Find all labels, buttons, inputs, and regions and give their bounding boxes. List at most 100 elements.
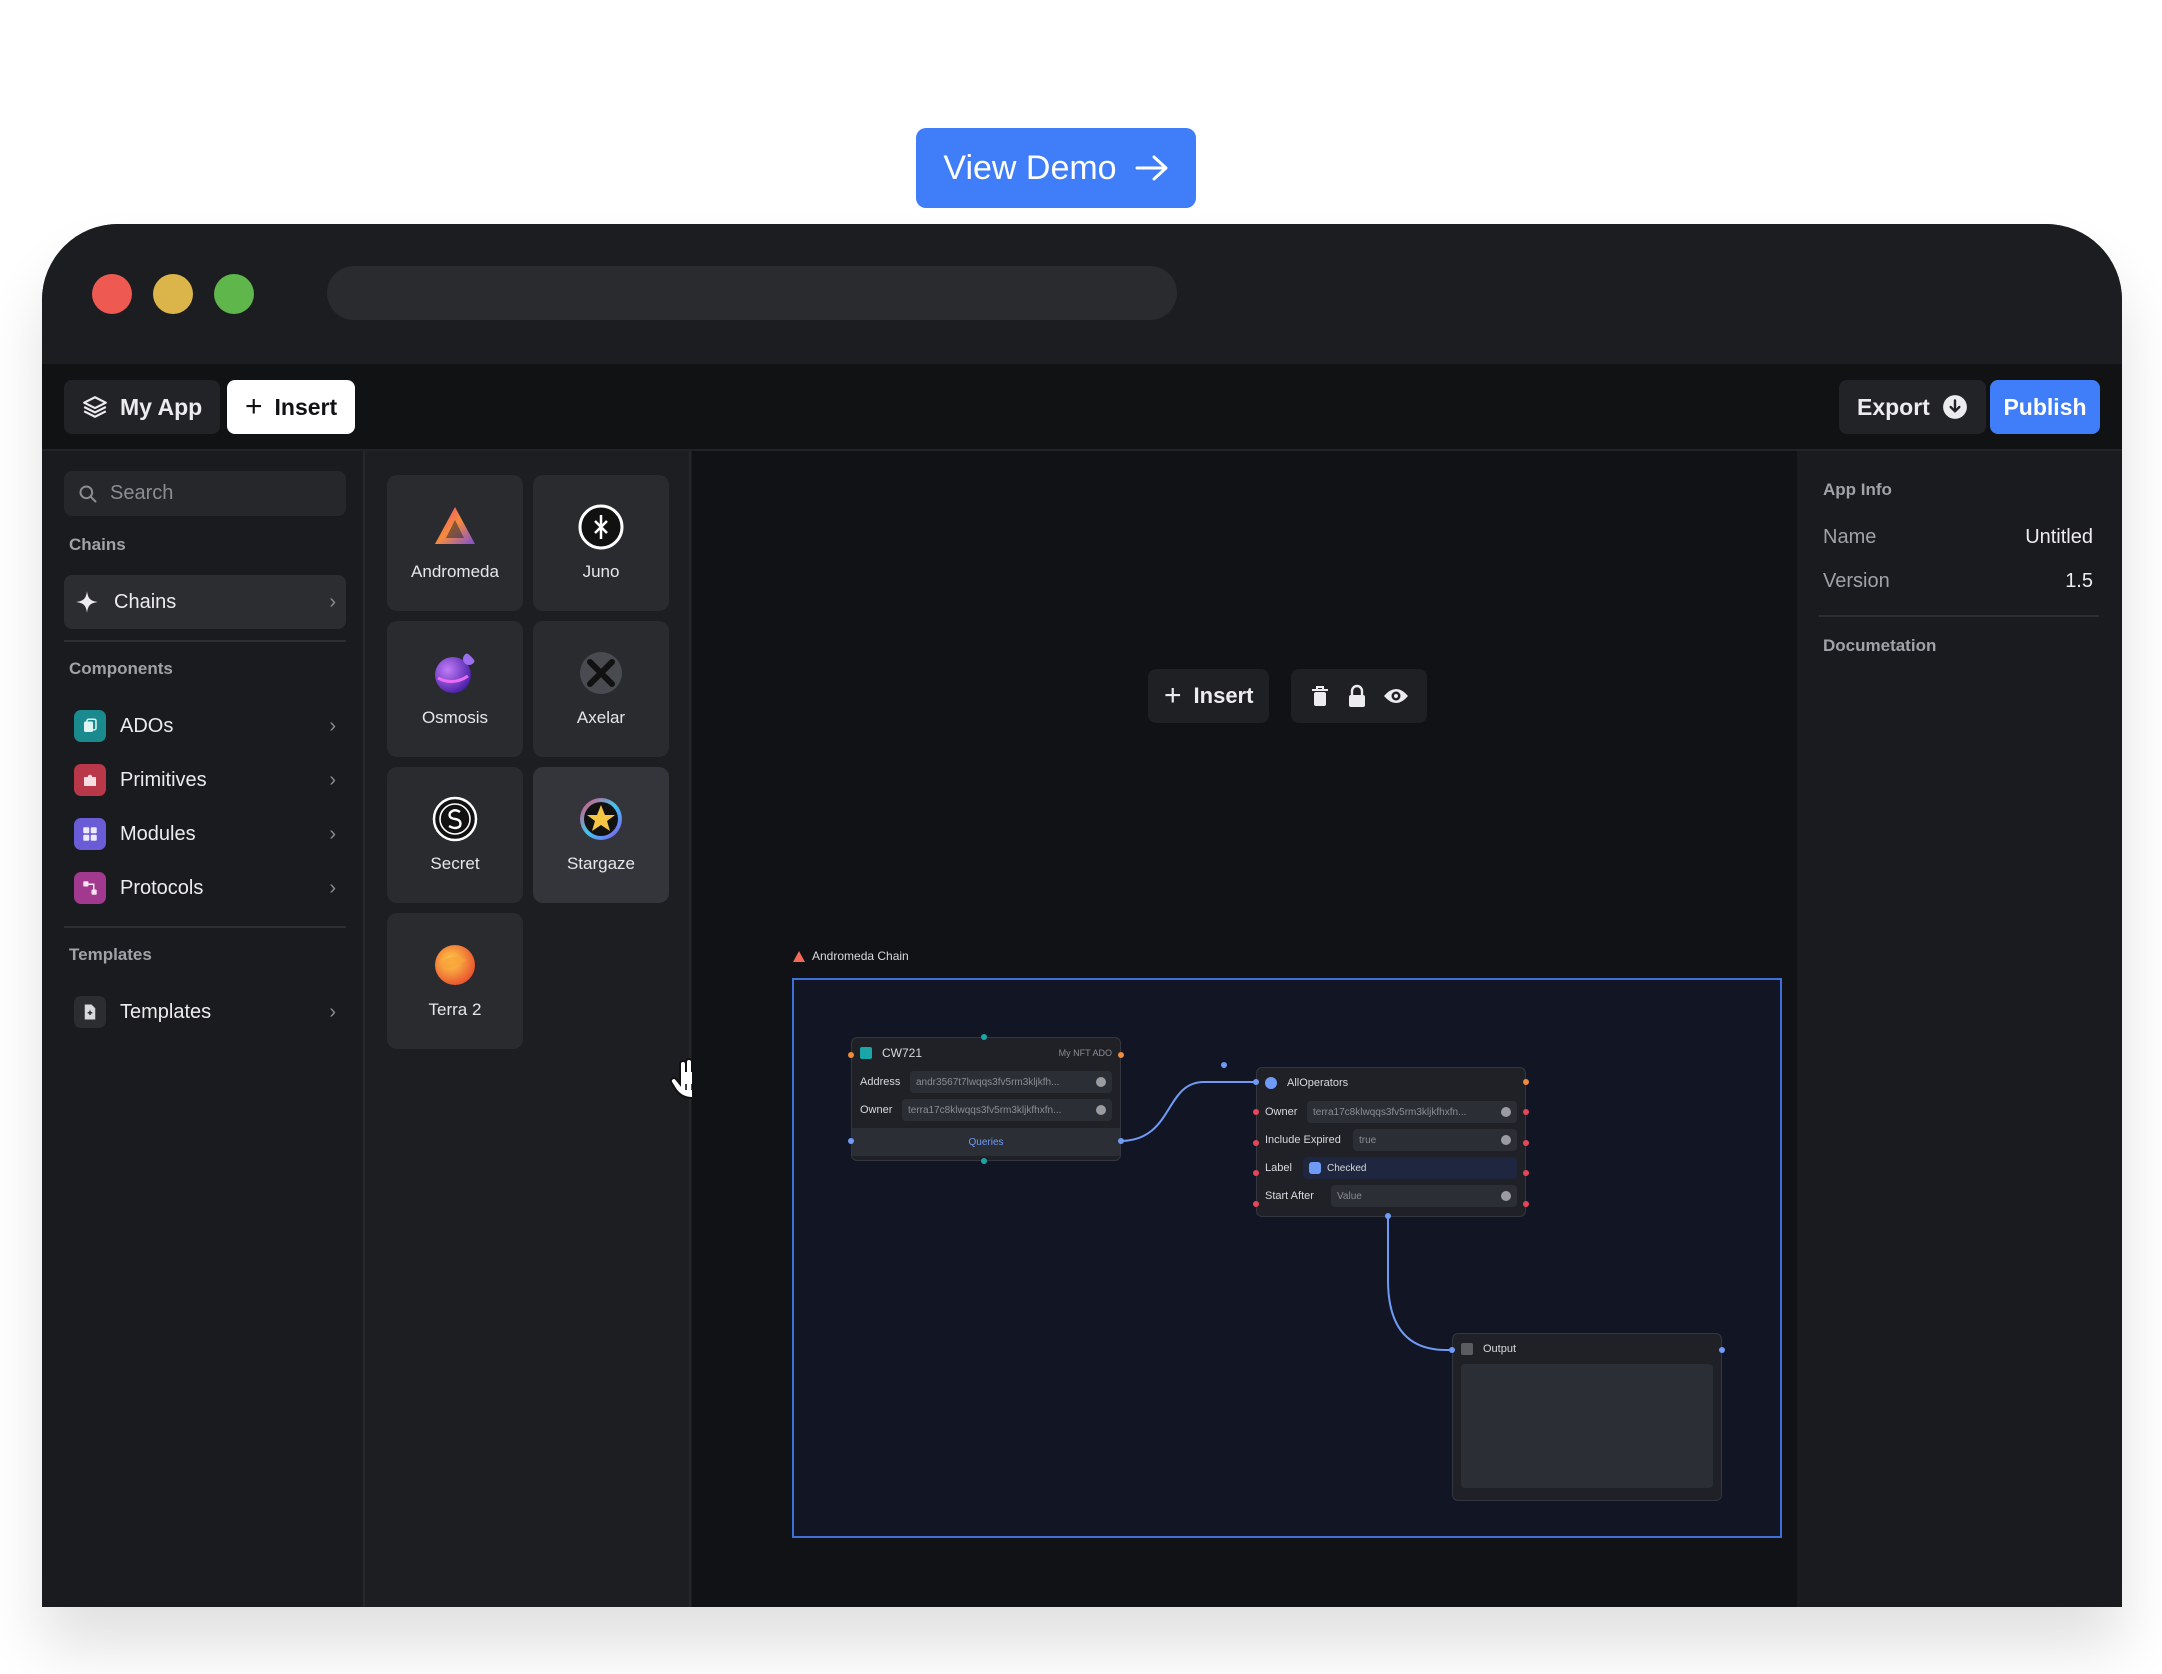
sidebar-item-label: Primitives	[120, 768, 207, 791]
start-after-field[interactable]: Value	[1331, 1185, 1517, 1207]
owner-field[interactable]: terra17c8klwqqs3fv5rm3kljkfhxfn...	[902, 1099, 1112, 1121]
chains-section-label: Chains	[69, 535, 126, 554]
my-app-button[interactable]: My App	[64, 380, 221, 434]
tile-andromeda[interactable]: Andromeda	[387, 475, 523, 611]
app-toolbar: My App + Insert Export Publish	[42, 364, 2122, 451]
chevron-right-icon: ›	[329, 1000, 336, 1023]
port[interactable]	[1385, 1213, 1391, 1219]
trash-icon[interactable]	[1309, 684, 1331, 708]
sidebar-item-ados[interactable]: ADOs ›	[64, 699, 346, 753]
checkbox-icon	[1309, 1162, 1321, 1174]
flow-canvas[interactable]: + Insert Andromeda Chain CW721 My NFT AD…	[692, 451, 1797, 1607]
sidebar: Search Chains Chains › Components ADOs ›…	[42, 451, 365, 1607]
maximize-window-dot[interactable]	[214, 274, 254, 314]
close-window-dot[interactable]	[92, 274, 132, 314]
tile-stargaze[interactable]: Stargaze	[533, 767, 669, 903]
field-value: terra17c8klwqqs3fv5rm3kljkfhxfn...	[1313, 1106, 1467, 1118]
field-value: andr3567t7lwqqs3fv5rm3kljkfh...	[916, 1076, 1060, 1088]
port[interactable]	[1118, 1052, 1124, 1058]
publish-button[interactable]: Publish	[1990, 380, 2100, 434]
search-input[interactable]: Search	[64, 471, 346, 516]
queries-label[interactable]: Queries	[968, 1137, 1003, 1148]
canvas-insert-label: Insert	[1193, 683, 1254, 708]
port[interactable]	[1253, 1201, 1259, 1207]
tile-osmosis[interactable]: Osmosis	[387, 621, 523, 757]
name-value[interactable]: Untitled	[2025, 526, 2093, 549]
port[interactable]	[1118, 1138, 1124, 1144]
publish-label: Publish	[2003, 393, 2087, 420]
port[interactable]	[1253, 1170, 1259, 1176]
canvas-action-group	[1291, 669, 1427, 723]
insert-button[interactable]: + Insert	[227, 380, 356, 434]
version-value[interactable]: 1.5	[2065, 570, 2093, 593]
sidebar-item-protocols[interactable]: Protocols ›	[64, 861, 346, 915]
puzzle-icon	[74, 764, 106, 796]
view-demo-button[interactable]: View Demo	[916, 128, 1196, 208]
field-label: Owner	[860, 1104, 893, 1116]
arrow-right-icon	[1135, 155, 1168, 181]
eye-icon[interactable]	[1383, 686, 1409, 706]
tile-juno[interactable]: Juno	[533, 475, 669, 611]
minimize-window-dot[interactable]	[153, 274, 193, 314]
sidebar-item-label: Templates	[120, 1000, 212, 1023]
port[interactable]	[981, 1158, 987, 1164]
sidebar-item-modules[interactable]: Modules ›	[64, 807, 346, 861]
layers-icon	[83, 396, 107, 418]
port[interactable]	[1253, 1140, 1259, 1146]
tile-secret[interactable]: Secret	[387, 767, 523, 903]
osmosis-icon	[435, 653, 475, 693]
output-icon	[1461, 1343, 1473, 1355]
sidebar-item-templates[interactable]: Templates ›	[64, 985, 346, 1039]
port[interactable]	[1523, 1140, 1529, 1146]
name-label: Name	[1823, 526, 1877, 548]
cw721-node[interactable]: CW721 My NFT ADO Address andr3567t7lwqqs…	[851, 1037, 1121, 1161]
canvas-insert-button[interactable]: + Insert	[1148, 669, 1270, 723]
plus-icon: +	[1164, 679, 1182, 712]
name-row: Name Untitled	[1823, 526, 2093, 549]
owner-field[interactable]: terra17c8klwqqs3fv5rm3kljkfhxfn...	[1307, 1101, 1517, 1123]
tile-label: Andromeda	[411, 562, 499, 581]
tile-terra-2[interactable]: Terra 2	[387, 913, 523, 1049]
secret-icon	[432, 796, 478, 842]
node-title: Output	[1483, 1343, 1517, 1355]
port[interactable]	[1523, 1201, 1529, 1207]
search-icon	[79, 485, 97, 502]
divider	[64, 926, 346, 928]
alloperators-node[interactable]: AllOperators Owner terra17c8klwqqs3fv5rm…	[1256, 1067, 1526, 1217]
label-checkbox-field[interactable]: Checked	[1303, 1157, 1517, 1179]
view-demo-label: View Demo	[943, 148, 1117, 187]
export-button[interactable]: Export	[1839, 380, 1986, 434]
sidebar-item-chains[interactable]: Chains ›	[64, 575, 346, 629]
grid-icon	[74, 818, 106, 850]
address-bar[interactable]	[327, 266, 1177, 320]
chain-frame[interactable]: CW721 My NFT ADO Address andr3567t7lwqqs…	[792, 978, 1782, 1538]
andromeda-icon	[793, 950, 805, 962]
port[interactable]	[848, 1052, 854, 1058]
port[interactable]	[848, 1138, 854, 1144]
port[interactable]	[1449, 1347, 1455, 1353]
andromeda-icon	[435, 507, 475, 544]
node-title: AllOperators	[1287, 1077, 1349, 1089]
port[interactable]	[1523, 1170, 1529, 1176]
lock-icon[interactable]	[1346, 684, 1368, 708]
address-field[interactable]: andr3567t7lwqqs3fv5rm3kljkfh...	[910, 1071, 1112, 1093]
terra-icon	[435, 945, 475, 985]
output-node[interactable]: Output	[1452, 1333, 1722, 1501]
port[interactable]	[1253, 1079, 1259, 1085]
sidebar-item-primitives[interactable]: Primitives ›	[64, 753, 346, 807]
include-expired-field[interactable]: true	[1353, 1129, 1517, 1151]
port[interactable]	[981, 1034, 987, 1040]
chevron-right-icon: ›	[329, 876, 336, 899]
port[interactable]	[1523, 1109, 1529, 1115]
download-circle-icon	[1942, 395, 1967, 419]
port[interactable]	[1221, 1062, 1227, 1068]
port[interactable]	[1253, 1109, 1259, 1115]
documentation-link[interactable]: Documetation	[1823, 636, 1936, 656]
templates-section-label: Templates	[69, 945, 152, 964]
port[interactable]	[1523, 1079, 1529, 1085]
info-icon	[1501, 1191, 1511, 1201]
field-label: Owner	[1265, 1106, 1298, 1118]
tile-axelar[interactable]: Axelar	[533, 621, 669, 757]
tile-label: Stargaze	[566, 854, 636, 873]
port[interactable]	[1719, 1347, 1725, 1353]
